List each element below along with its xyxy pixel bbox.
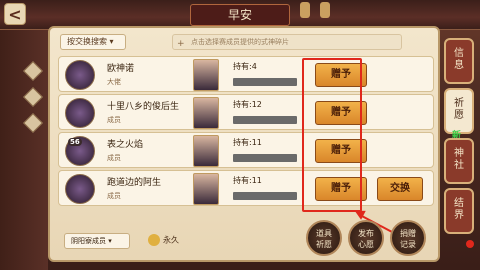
own-count: 持有:12 <box>233 100 262 109</box>
tab-barrier[interactable]: 结 界 <box>444 188 474 234</box>
tab-label: 息 <box>454 60 464 71</box>
button-line: 心愿 <box>358 240 374 249</box>
avatar: 56 <box>65 136 95 166</box>
member-row: 十里八乡的俊后生 成员 持有:12 赠予 <box>58 94 434 130</box>
window-title: 早安 <box>190 4 290 26</box>
gift-button[interactable]: 赠予 <box>315 101 367 125</box>
right-tab-bar: 信 息 祈 愿 新 神 社 结 界 <box>440 30 480 270</box>
avatar <box>65 60 95 90</box>
button-line: 记录 <box>400 240 416 249</box>
button-line: 祈愿 <box>316 240 332 249</box>
member-name: 表之火焰 <box>107 140 144 150</box>
tab-label: 结 <box>454 198 464 209</box>
plus-icon: + <box>177 39 185 49</box>
lantern-icon <box>300 2 310 18</box>
tab-info[interactable]: 信 息 <box>444 38 474 84</box>
member-row: 跑道边的阿生 成员 持有:11 赠予 交换 <box>58 170 434 206</box>
charm-icon <box>23 113 43 133</box>
member-row: 欧神诺 大佬 持有:4 赠予 <box>58 56 434 92</box>
search-placeholder: 点击选择赛成员提供的式神碎片 <box>191 38 289 46</box>
swap-button[interactable]: 交换 <box>377 177 423 201</box>
tab-shrine[interactable]: 神 社 <box>444 138 474 184</box>
button-line: 捐赠 <box>400 229 416 238</box>
charm-icon <box>23 87 43 107</box>
fragment-progress <box>233 78 297 86</box>
member-name: 欧神诺 <box>107 64 135 74</box>
gift-button[interactable]: 赠予 <box>315 177 367 201</box>
gift-button[interactable]: 赠予 <box>315 63 367 87</box>
left-decoration <box>0 30 48 270</box>
own-count: 持有:11 <box>233 138 262 147</box>
notification-dot-icon <box>466 240 474 248</box>
own-count: 持有:4 <box>233 62 257 71</box>
exchange-filter-dropdown[interactable]: 按交换搜索 ▾ <box>60 34 126 50</box>
avatar <box>65 98 95 128</box>
shikigami-card <box>193 59 219 91</box>
shikigami-card <box>193 97 219 129</box>
member-filter-dropdown[interactable]: 阴阳寮成员 ▾ <box>64 233 130 249</box>
coin-icon <box>148 234 160 246</box>
shikigami-card <box>193 173 219 205</box>
member-row: 56 表之火焰 成员 持有:11 赠予 <box>58 132 434 168</box>
bottom-bar: 阴阳寮成员 ▾ 永久 道具 祈愿 发布 心愿 捐赠 记录 <box>48 220 440 270</box>
member-role: 大佬 <box>107 78 121 86</box>
button-line: 道具 <box>316 229 332 238</box>
lantern-icon <box>320 2 330 18</box>
member-role: 成员 <box>107 192 121 200</box>
member-name: 跑道边的阿生 <box>107 178 162 188</box>
tab-label: 信 <box>454 48 464 59</box>
member-role: 成员 <box>107 154 121 162</box>
back-button[interactable]: < <box>4 3 26 25</box>
fragment-progress <box>233 154 297 162</box>
fragment-search-input[interactable]: + 点击选择赛成员提供的式神碎片 <box>172 34 402 50</box>
permission-tag: 永久 <box>148 234 179 246</box>
own-count: 持有:11 <box>233 176 262 185</box>
tab-label: 神 <box>454 148 464 159</box>
filter-label: 按交换搜索 <box>67 37 107 46</box>
member-role: 成员 <box>107 116 121 124</box>
button-line: 发布 <box>358 229 374 238</box>
level-badge: 56 <box>68 138 82 146</box>
avatar <box>65 174 95 204</box>
tab-label: 社 <box>454 160 464 171</box>
item-wish-button[interactable]: 道具 祈愿 <box>306 220 342 256</box>
shikigami-card <box>193 135 219 167</box>
member-name: 十里八乡的俊后生 <box>107 102 180 112</box>
charm-icon <box>23 61 43 81</box>
tab-label: 愿 <box>454 110 464 121</box>
member-filter-label: 阴阳寮成员 <box>71 237 106 245</box>
fragment-progress <box>233 192 297 200</box>
donation-record-button[interactable]: 捐赠 记录 <box>390 220 426 256</box>
fragment-progress <box>233 116 297 124</box>
gift-button[interactable]: 赠予 <box>315 139 367 163</box>
publish-wish-button[interactable]: 发布 心愿 <box>348 220 384 256</box>
tab-label: 祈 <box>454 98 464 109</box>
tab-label: 界 <box>454 210 464 221</box>
permission-label: 永久 <box>163 235 179 245</box>
